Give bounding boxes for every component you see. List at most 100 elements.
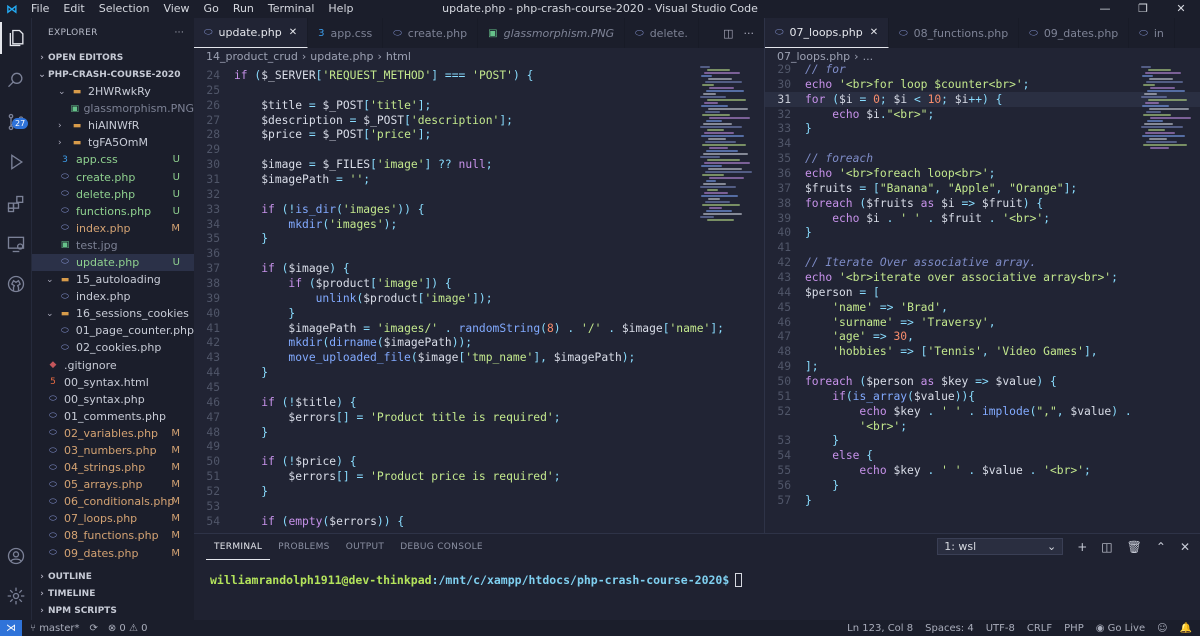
minimap-left[interactable] — [700, 66, 760, 226]
file-item[interactable]: ⬭ 01_page_counter.php — [32, 322, 194, 339]
menu-terminal[interactable]: Terminal — [261, 0, 322, 18]
file-item[interactable]: ⬭ 04_strings.php M — [32, 459, 194, 476]
file-item[interactable]: ⬭ index.php — [32, 288, 194, 305]
file-item[interactable]: ▣ glassmorphism.PNG — [32, 100, 194, 117]
file-item[interactable]: ⬭ 03_numbers.php M — [32, 442, 194, 459]
folder-item[interactable]: › ▬ hiAINWfR — [32, 117, 194, 134]
file-item[interactable]: ⬭ functions.php U — [32, 203, 194, 220]
tab-09-dates-php[interactable]: ⬭ 09_dates.php — [1019, 18, 1130, 48]
file-item[interactable]: ⬭ delete.php U — [32, 186, 194, 203]
folder-item[interactable]: ⌄ ▬ 15_autoloading — [32, 271, 194, 288]
tab-app-css[interactable]: 3 app.css — [308, 18, 384, 48]
more-actions-icon[interactable]: ··· — [744, 27, 755, 40]
github-icon[interactable] — [0, 268, 32, 300]
file-item[interactable]: ⬭ 00_syntax.php — [32, 391, 194, 408]
code-area-left[interactable]: 24 if ($_SERVER['REQUEST_METHOD'] === 'PO… — [194, 68, 764, 529]
tab-update-php[interactable]: ⬭ update.php ✕ — [194, 18, 309, 48]
tab-create-php[interactable]: ⬭ create.php — [383, 18, 479, 48]
maximize-panel-icon[interactable]: ⌃ — [1156, 540, 1166, 554]
menu-go[interactable]: Go — [197, 0, 226, 18]
problems-indicator[interactable]: ⊗ 0 ⚠ 0 — [108, 623, 148, 634]
menu-file[interactable]: File — [24, 0, 56, 18]
terminal-select[interactable]: 1: wsl ⌄ — [937, 538, 1064, 555]
menu-run[interactable]: Run — [226, 0, 261, 18]
encoding[interactable]: UTF-8 — [986, 623, 1015, 634]
explorer-more-icon[interactable]: ··· — [175, 28, 184, 38]
run-debug-icon[interactable] — [0, 146, 32, 178]
file-item[interactable]: 3 app.css U — [32, 151, 194, 168]
menu-view[interactable]: View — [156, 0, 196, 18]
new-terminal-icon[interactable]: + — [1077, 540, 1087, 554]
menu-help[interactable]: Help — [321, 0, 360, 18]
breadcrumb-item[interactable]: 14_product_crud — [206, 50, 298, 63]
file-item[interactable]: ◆ .gitignore — [32, 357, 194, 374]
folder-item[interactable]: › ▬ tgFA5OmM — [32, 134, 194, 151]
search-icon[interactable] — [0, 64, 32, 96]
panel-tab-output[interactable]: OUTPUT — [338, 534, 392, 560]
open-editors-section[interactable]: › OPEN EDITORS — [32, 49, 194, 66]
breadcrumb-item[interactable]: html — [386, 50, 411, 63]
close-window-button[interactable]: ✕ — [1162, 0, 1200, 18]
notifications-icon[interactable]: 🔔 — [1180, 623, 1192, 634]
language-mode[interactable]: PHP — [1064, 623, 1084, 634]
close-tab-icon[interactable]: ✕ — [870, 27, 878, 38]
restore-button[interactable]: ❐ — [1124, 0, 1162, 18]
minimap-right[interactable] — [1141, 66, 1200, 226]
split-terminal-icon[interactable]: ◫ — [1101, 540, 1112, 554]
tab-in[interactable]: ⬭ in — [1129, 18, 1175, 48]
sync-icon[interactable]: ⟳ — [89, 623, 97, 634]
file-item[interactable]: ⬭ 08_functions.php M — [32, 527, 194, 544]
project-section[interactable]: ⌄ PHP-CRASH-COURSE-2020 — [32, 66, 194, 83]
terminal-output[interactable]: williamrandolph1911@dev-thinkpad:/mnt/c/… — [194, 560, 1200, 600]
remote-explorer-icon[interactable] — [0, 228, 32, 260]
file-item[interactable]: ⬭ 07_loops.php M — [32, 510, 194, 527]
menu-selection[interactable]: Selection — [92, 0, 157, 18]
tab-glassmorphism-png[interactable]: ▣ glassmorphism.PNG — [478, 18, 626, 48]
breadcrumb-item[interactable]: ... — [863, 50, 874, 63]
accounts-icon[interactable] — [0, 540, 32, 572]
folder-item[interactable]: ⌄ ▬ 2HWRwkRy — [32, 83, 194, 100]
tab-08-functions-php[interactable]: ⬭ 08_functions.php — [889, 18, 1020, 48]
file-item[interactable]: ⬭ create.php U — [32, 168, 194, 185]
kill-terminal-icon[interactable]: 🗑 — [1127, 540, 1142, 554]
panel-tab-problems[interactable]: PROBLEMS — [270, 534, 338, 560]
npm-scripts-section[interactable]: › NPM SCRIPTS — [32, 602, 194, 619]
indentation[interactable]: Spaces: 4 — [925, 623, 974, 634]
minimap-line — [709, 117, 750, 119]
close-panel-icon[interactable]: ✕ — [1180, 540, 1190, 554]
minimap-line — [1148, 99, 1187, 101]
menu-edit[interactable]: Edit — [56, 0, 91, 18]
panel-tab-terminal[interactable]: TERMINAL — [206, 534, 271, 560]
file-item[interactable]: ⬭ 05_arrays.php M — [32, 476, 194, 493]
remote-icon[interactable]: ⋊ — [0, 620, 22, 636]
close-tab-icon[interactable]: ✕ — [289, 27, 297, 38]
go-live-button[interactable]: ◉ Go Live — [1096, 623, 1145, 634]
panel-tab-debug-console[interactable]: DEBUG CONSOLE — [392, 534, 491, 560]
explorer-icon[interactable] — [0, 22, 32, 54]
line-ending[interactable]: CRLF — [1027, 623, 1052, 634]
file-item[interactable]: ⬭ 09_dates.php M — [32, 545, 194, 562]
minimize-button[interactable]: — — [1086, 0, 1124, 18]
breadcrumb-item[interactable]: update.php — [310, 50, 373, 63]
breadcrumb-item[interactable]: 07_loops.php — [777, 50, 850, 63]
manage-gear-icon[interactable] — [0, 580, 32, 612]
file-item[interactable]: ⬭ 06_conditionals.php M — [32, 493, 194, 510]
file-item[interactable]: ▣ test.jpg — [32, 237, 194, 254]
tab-07-loops-php[interactable]: ⬭ 07_loops.php ✕ — [765, 18, 890, 48]
file-item[interactable]: ⬭ index.php M — [32, 220, 194, 237]
code-area-right[interactable]: 29// for 30 echo '<br>for loop $counter<br… — [765, 62, 1200, 508]
extensions-icon[interactable] — [0, 188, 32, 220]
file-item[interactable]: 5 00_syntax.html — [32, 374, 194, 391]
feedback-icon[interactable]: ☺ — [1157, 623, 1167, 634]
branch-indicator[interactable]: ⑂ master* — [30, 623, 79, 634]
file-item[interactable]: ⬭ 02_variables.php M — [32, 425, 194, 442]
outline-section[interactable]: › OUTLINE — [32, 568, 194, 585]
folder-item[interactable]: ⌄ ▬ 16_sessions_cookies — [32, 305, 194, 322]
file-item[interactable]: ⬭ 02_cookies.php — [32, 339, 194, 356]
file-item[interactable]: ⬭ update.php U — [32, 253, 194, 272]
split-editor-icon[interactable]: ◫ — [723, 27, 733, 40]
tab-delete-[interactable]: ⬭ delete. — [625, 18, 699, 48]
timeline-section[interactable]: › TIMELINE — [32, 585, 194, 602]
file-item[interactable]: ⬭ 01_comments.php — [32, 408, 194, 425]
cursor-position[interactable]: Ln 123, Col 8 — [847, 623, 913, 634]
